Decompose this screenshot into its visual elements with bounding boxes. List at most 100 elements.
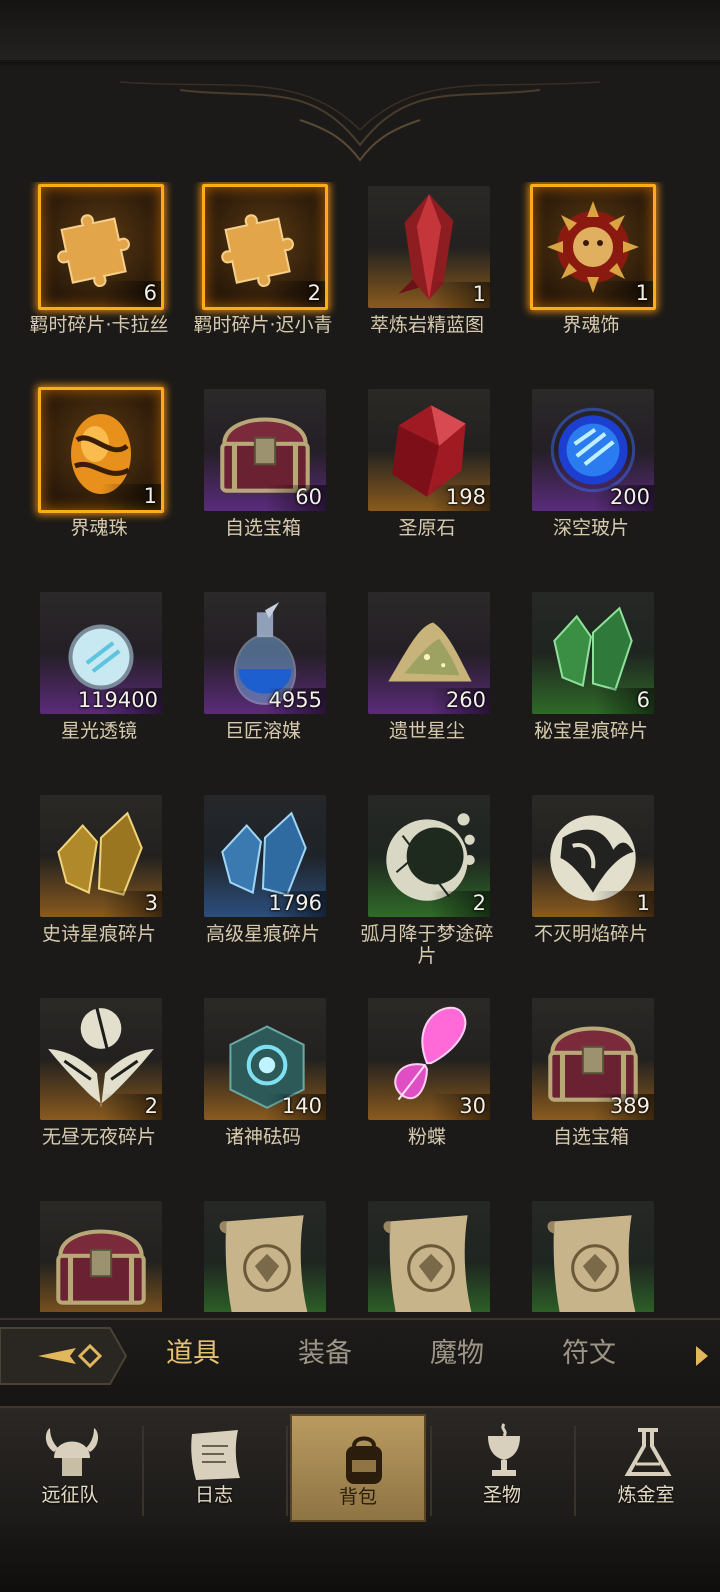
item-slot[interactable]: 119400 星光透镜 — [0, 588, 164, 778]
item-name: 诸神砝码 — [224, 1126, 301, 1148]
item-card[interactable]: 1796 — [204, 795, 326, 917]
item-card[interactable]: 260 — [368, 592, 490, 714]
item-name: 遗世星尘 — [388, 720, 465, 742]
alchemy-icon — [624, 1428, 672, 1476]
item-quantity: 198 — [445, 485, 486, 509]
item-card[interactable]: 30 — [368, 998, 490, 1120]
item-name: 高级星痕碎片 — [205, 923, 320, 945]
nav-viking-helmet-button[interactable]: 远征队 — [0, 1408, 140, 1528]
bottom-decor-bar — [0, 1526, 720, 1592]
item-card[interactable]: 4955 — [204, 592, 326, 714]
tab-equipment[interactable]: 装备 — [270, 1330, 380, 1378]
item-slot[interactable]: 60 自选宝箱 — [164, 385, 328, 575]
item-card[interactable]: 119400 — [40, 592, 162, 714]
item-card[interactable]: 389 — [532, 998, 654, 1120]
item-slot[interactable]: 1 界魂饰 — [492, 182, 656, 372]
item-name: 深空玻片 — [552, 517, 629, 539]
nav-relic-chalice-button[interactable]: 圣物 — [432, 1408, 572, 1528]
item-card[interactable]: 200 — [532, 389, 654, 511]
item-card[interactable]: 60 — [204, 389, 326, 511]
header-ornament — [119, 81, 601, 162]
item-slot[interactable]: 4955 巨匠溶媒 — [164, 588, 328, 778]
nav-divider — [286, 1426, 288, 1516]
item-slot[interactable] — [328, 1197, 492, 1312]
next-arrow-icon[interactable] — [692, 1342, 712, 1370]
item-name: 弧月降于梦途碎片 — [360, 923, 494, 967]
top-header-bar — [0, 0, 720, 68]
item-slot[interactable]: 6 秘宝星痕碎片 — [492, 588, 656, 778]
item-quantity: 1 — [635, 281, 649, 305]
item-card[interactable]: 6 — [38, 184, 164, 310]
item-name: 粉蝶 — [407, 1126, 446, 1148]
tab-items[interactable]: 道具 — [138, 1330, 248, 1378]
nav-label: 炼金室 — [617, 1484, 675, 1506]
item-quantity: 3 — [144, 891, 158, 915]
item-card[interactable]: 6 — [532, 592, 654, 714]
item-card[interactable] — [40, 1201, 162, 1312]
item-slot[interactable]: 140 诸神砝码 — [164, 994, 328, 1184]
item-card[interactable]: 140 — [204, 998, 326, 1120]
scroll-icon — [219, 1215, 308, 1312]
item-card[interactable]: 2 — [40, 998, 162, 1120]
nav-journal-scroll-button[interactable]: 日志 — [144, 1408, 284, 1528]
item-card[interactable]: 198 — [368, 389, 490, 511]
item-slot[interactable] — [492, 1197, 656, 1312]
item-name: 史诗星痕碎片 — [41, 923, 156, 945]
back-arrow-icon[interactable] — [0, 1324, 128, 1388]
item-slot[interactable]: 30 粉蝶 — [328, 994, 492, 1184]
tab-runes[interactable]: 符文 — [534, 1330, 644, 1378]
journal-scroll-icon — [191, 1430, 240, 1480]
treasure-chest-icon — [56, 1229, 146, 1305]
nav-backpack-button[interactable]: 背包 — [290, 1414, 426, 1522]
nav-label: 背包 — [338, 1486, 377, 1508]
item-slot[interactable]: 1 不灭明焰碎片 — [492, 791, 656, 981]
item-slot[interactable]: 1 萃炼岩精蓝图 — [328, 182, 492, 372]
item-name: 界魂珠 — [70, 517, 128, 539]
item-quantity: 260 — [445, 688, 486, 712]
item-name: 萃炼岩精蓝图 — [369, 314, 484, 336]
item-name: 自选宝箱 — [552, 1126, 629, 1148]
relic-chalice-icon — [488, 1423, 520, 1476]
item-slot[interactable]: 6 羁时碎片·卡拉丝 — [0, 182, 169, 372]
item-card[interactable] — [368, 1201, 490, 1312]
item-card[interactable]: 1 — [368, 186, 490, 308]
item-card[interactable] — [532, 1201, 654, 1312]
item-quantity: 2 — [307, 281, 321, 305]
inventory-grid: 6 羁时碎片·卡拉丝 2 羁时碎片·迟小青 1 萃炼岩精蓝图 1 界魂饰 1 界魂珠 60 自选宝箱 1… — [0, 182, 720, 1312]
item-card[interactable]: 3 — [40, 795, 162, 917]
item-slot[interactable]: 2 弧月降于梦途碎片 — [328, 791, 494, 981]
item-slot[interactable]: 2 羁时碎片·迟小青 — [164, 182, 333, 372]
item-slot[interactable]: 1796 高级星痕碎片 — [164, 791, 328, 981]
item-card[interactable]: 1 — [38, 387, 164, 513]
item-slot[interactable]: 2 无昼无夜碎片 — [0, 994, 164, 1184]
item-slot[interactable]: 200 深空玻片 — [492, 385, 656, 575]
nav-label: 圣物 — [482, 1484, 521, 1506]
item-slot[interactable] — [0, 1197, 164, 1312]
item-slot[interactable] — [164, 1197, 328, 1312]
category-tab-bar: 道具 装备 魔物 符文 — [0, 1318, 720, 1406]
item-quantity: 4955 — [268, 688, 322, 712]
item-quantity: 389 — [609, 1094, 650, 1118]
item-quantity: 1 — [636, 891, 650, 915]
item-quantity: 119400 — [77, 688, 158, 712]
item-card[interactable]: 1 — [532, 795, 654, 917]
backpack-icon — [346, 1436, 382, 1484]
item-quantity: 140 — [281, 1094, 322, 1118]
scroll-icon — [383, 1215, 472, 1312]
item-quantity: 2 — [144, 1094, 158, 1118]
item-slot[interactable]: 3 史诗星痕碎片 — [0, 791, 164, 981]
item-quantity: 6 — [636, 688, 650, 712]
item-card[interactable]: 2 — [368, 795, 490, 917]
item-card[interactable] — [204, 1201, 326, 1312]
item-quantity: 1 — [472, 282, 486, 306]
tab-monsters[interactable]: 魔物 — [402, 1330, 512, 1378]
item-card[interactable]: 2 — [202, 184, 328, 310]
nav-label: 日志 — [194, 1484, 233, 1506]
item-slot[interactable]: 389 自选宝箱 — [492, 994, 656, 1184]
nav-alchemy-button[interactable]: 炼金室 — [576, 1408, 716, 1528]
item-slot[interactable]: 1 界魂珠 — [0, 385, 164, 575]
item-slot[interactable]: 260 遗世星尘 — [328, 588, 492, 778]
item-card[interactable]: 1 — [530, 184, 656, 310]
item-slot[interactable]: 198 圣原石 — [328, 385, 492, 575]
item-name: 羁时碎片·迟小青 — [193, 314, 333, 336]
